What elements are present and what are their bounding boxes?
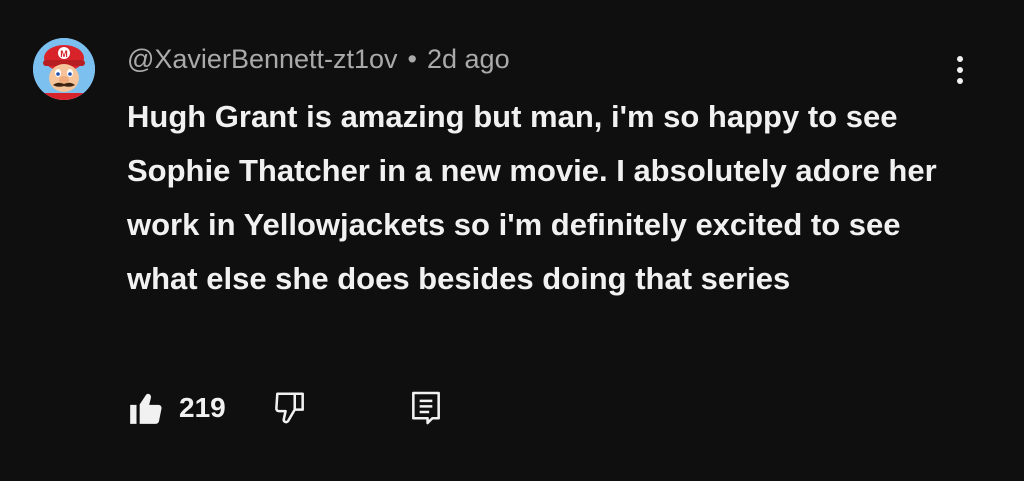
like-count: 219 xyxy=(179,392,226,423)
comment-item: M @XavierBennett-zt1ov • 2d ago Hugh Grant… xyxy=(0,0,1024,481)
more-options-button[interactable] xyxy=(944,50,976,90)
more-icon-dot xyxy=(957,67,963,73)
avatar-image: M xyxy=(33,38,95,100)
like-button[interactable]: 219 xyxy=(127,385,226,431)
more-icon-dot xyxy=(957,78,963,84)
reply-button[interactable] xyxy=(407,385,445,431)
comment-reply-icon xyxy=(412,391,440,425)
dislike-button[interactable] xyxy=(271,385,309,431)
author-name[interactable]: @XavierBennett-zt1ov xyxy=(127,44,398,74)
svg-text:M: M xyxy=(60,49,68,59)
meta-separator: • xyxy=(407,44,417,74)
comment-actions: 219 xyxy=(127,385,527,431)
comment-timestamp[interactable]: 2d ago xyxy=(427,44,510,74)
comment-header: @XavierBennett-zt1ov • 2d ago xyxy=(127,43,510,75)
thumbs-down-icon xyxy=(275,392,304,424)
more-icon-dot xyxy=(957,56,963,62)
avatar[interactable]: M xyxy=(33,38,95,100)
comment-text: Hugh Grant is amazing but man, i'm so ha… xyxy=(127,99,937,296)
thumbs-up-icon xyxy=(130,393,162,424)
